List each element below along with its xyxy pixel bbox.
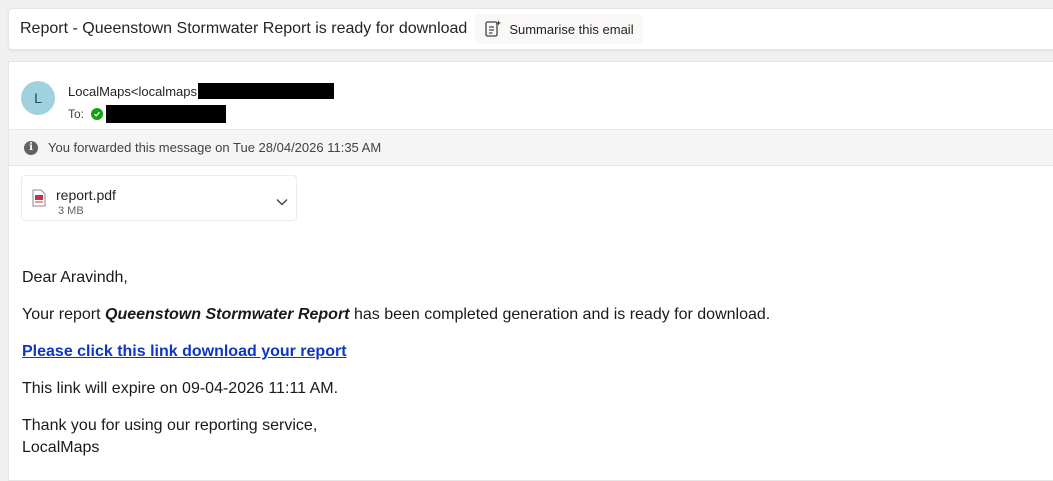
email-subject: Report - Queenstown Stormwater Report is… [20,20,468,37]
download-report-link[interactable]: Please click this link download your rep… [22,343,347,360]
report-line-suffix: has been completed generation and is rea… [349,306,771,323]
summarise-email-button[interactable]: Summarise this email [475,14,643,44]
avatar[interactable]: L [21,81,55,115]
download-link-line: Please click this link download your rep… [22,343,347,361]
pdf-file-icon [32,189,46,212]
subject-bar: Report - Queenstown Stormwater Report is… [8,8,1053,50]
forwarded-notice-text: You forwarded this message on Tue 28/04/… [48,140,382,155]
redacted-sender-address [197,83,334,99]
thanks-line: Thank you for using our reporting servic… [22,417,318,434]
recipient-line: To: [68,105,227,123]
presence-available-icon [91,108,104,120]
report-line-prefix: Your report [22,306,106,323]
forwarded-notice: i You forwarded this message on Tue 28/0… [9,129,1053,166]
attachment-size: 3 MB [58,205,84,217]
redacted-recipient [106,105,227,123]
greeting: Dear Aravindh, [22,269,128,286]
summarise-label: Summarise this email [509,21,634,37]
attachment-card[interactable]: report.pdf 3 MB [21,175,297,221]
sender-name[interactable]: LocalMaps<localmaps [68,84,197,99]
summarise-icon [483,19,503,39]
message-card: L LocalMaps<localmaps To: i You forwarde… [8,61,1053,481]
report-name: Queenstown Stormwater Report [105,306,350,323]
report-ready-line: Your report Queenstown Stormwater Report… [22,306,770,324]
chevron-down-icon[interactable] [275,194,289,212]
sender-line: LocalMaps<localmaps [68,83,334,99]
attachment-name: report.pdf [56,187,116,203]
info-icon: i [24,140,38,155]
expiry-notice: This link will expire on 09-04-2026 11:1… [22,380,339,397]
signature: LocalMaps [22,439,100,456]
to-label: To: [68,107,85,121]
